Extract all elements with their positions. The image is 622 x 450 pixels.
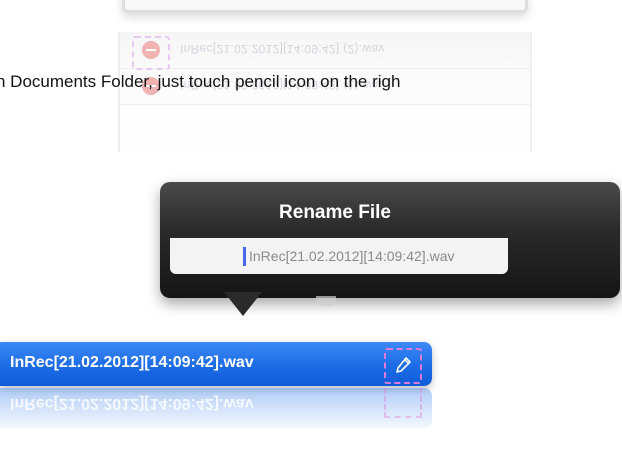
list-item-label: InRec[21.02.2012][14:09:42] (2).wav [180,42,385,56]
popover-shadow [316,296,336,306]
selected-file-row[interactable]: InRec[21.02.2012][14:09:42].wav [0,342,432,386]
list-rows: InRec[21.02.2012][14:09:42] (2).wav InRe… [118,32,532,152]
rename-input[interactable]: InRec[21.02.2012][14:09:42].wav [170,238,508,274]
rename-button[interactable] [384,348,422,384]
popover-arrow [224,292,262,316]
text-cursor [243,247,246,266]
rename-popover: Rename File InRec[21.02.2012][14:09:42].… [160,182,620,298]
list-item[interactable]: InRec[21.02.2012][14:09:42] (2).wav [120,32,530,70]
rename-input-value: InRec[21.02.2012][14:09:42].wav [249,248,455,264]
popover-title: Rename File [279,202,391,223]
tutorial-screenshot: InRec[21.02.2012][14:09:42] (2).wav InRe… [0,0,622,450]
highlight-box-reflection [384,388,422,418]
file-row-reflection: InRec[21.02.2012][14:09:42].wav [0,388,432,428]
delete-icon[interactable] [142,41,160,59]
file-name: InRec[21.02.2012][14:09:42].wav [10,354,254,371]
pencil-icon[interactable] [395,357,411,375]
list-frame [122,0,528,13]
file-name-reflection: InRec[21.02.2012][14:09:42].wav [10,395,254,412]
instruction-text: n Documents Folder, just touch pencil ic… [0,72,401,91]
